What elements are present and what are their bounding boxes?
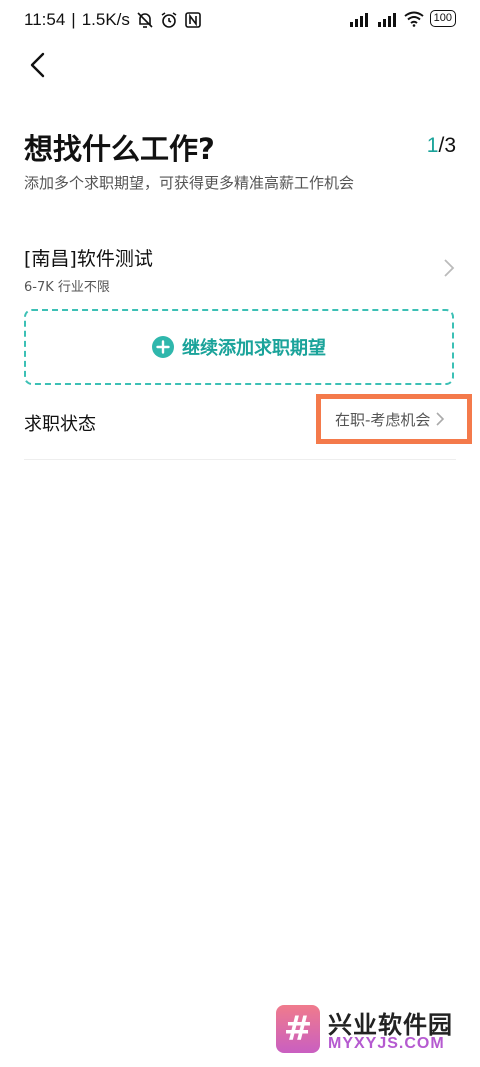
add-expectation-label: 继续添加求职期望 — [182, 338, 326, 359]
back-button[interactable] — [24, 50, 54, 80]
step-indicator: 1/3 — [427, 134, 456, 158]
alarm-icon — [161, 12, 177, 28]
wifi-icon — [404, 11, 424, 27]
status-time: 11:54 — [24, 10, 66, 29]
job-status-label: 求职状态 — [24, 414, 96, 435]
job-status-selector[interactable]: 在职-考虑机会 — [316, 394, 472, 444]
page-subtitle: 添加多个求职期望，可获得更多精准高薪工作机会 — [24, 174, 355, 192]
signal-icon — [349, 12, 368, 27]
job-expectation-meta: 6-7K 行业不限 — [24, 280, 110, 295]
status-separator: | — [71, 10, 76, 29]
page-title: 想找什么工作? — [24, 132, 215, 166]
add-expectation-button[interactable]: 继续添加求职期望 — [24, 309, 454, 385]
watermark-logo: # — [276, 1005, 320, 1053]
job-status-value: 在职-考虑机会 — [335, 410, 431, 429]
watermark: # 兴业软件园 MYXYJS.COM — [276, 1003, 471, 1058]
step-total: /3 — [438, 134, 456, 157]
job-expectation-title: [南昌]软件测试 — [24, 248, 153, 270]
divider — [24, 459, 456, 460]
plus-circle-icon — [152, 336, 174, 358]
status-bar: 11:54 | 1.5K/s 100 — [0, 0, 480, 42]
watermark-domain: MYXYJS.COM — [328, 1035, 445, 1052]
mute-bell-icon — [137, 12, 153, 28]
battery-indicator: 100 — [429, 10, 456, 27]
job-expectation-item[interactable]: [南昌]软件测试 6-7K 行业不限 — [0, 232, 480, 306]
chevron-right-icon — [444, 259, 455, 277]
network-speed: 1.5K/s — [81, 10, 130, 29]
chevron-left-icon — [30, 52, 45, 78]
chevron-right-icon — [436, 412, 445, 426]
nfc-icon — [185, 12, 201, 28]
status-left: 11:54 | 1.5K/s — [24, 10, 202, 30]
status-right: 100 — [348, 10, 456, 27]
signal-icon-2 — [377, 12, 396, 27]
step-current: 1 — [426, 134, 439, 157]
